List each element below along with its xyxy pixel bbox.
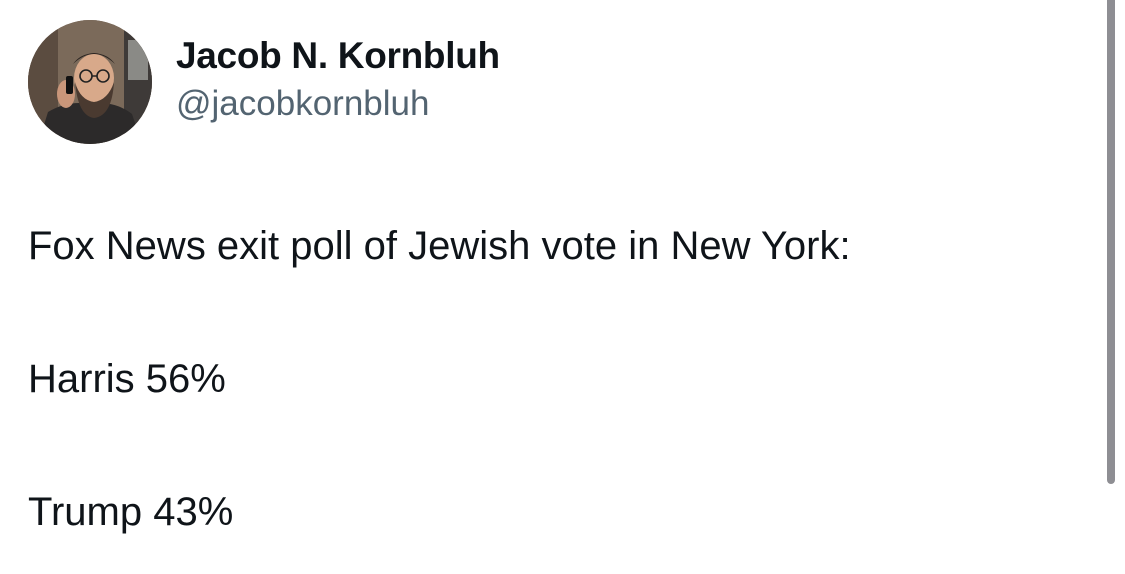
avatar-photo-icon	[28, 20, 152, 144]
tweet-text-line: Harris 56%	[28, 357, 226, 401]
author-names: Jacob N. Kornbluh @jacobkornbluh	[176, 34, 500, 126]
tweet-view: Jacob N. Kornbluh @jacobkornbluh Fox New…	[0, 0, 1125, 574]
avatar[interactable]	[28, 20, 152, 144]
scrollbar[interactable]	[1107, 0, 1115, 484]
tweet-text-line: Trump 43%	[28, 490, 234, 534]
tweet-text-line: Fox News exit poll of Jewish vote in New…	[28, 224, 851, 268]
author-handle[interactable]: @jacobkornbluh	[176, 82, 500, 126]
author-display-name[interactable]: Jacob N. Kornbluh	[176, 34, 500, 78]
tweet-header: Jacob N. Kornbluh @jacobkornbluh	[28, 20, 500, 144]
